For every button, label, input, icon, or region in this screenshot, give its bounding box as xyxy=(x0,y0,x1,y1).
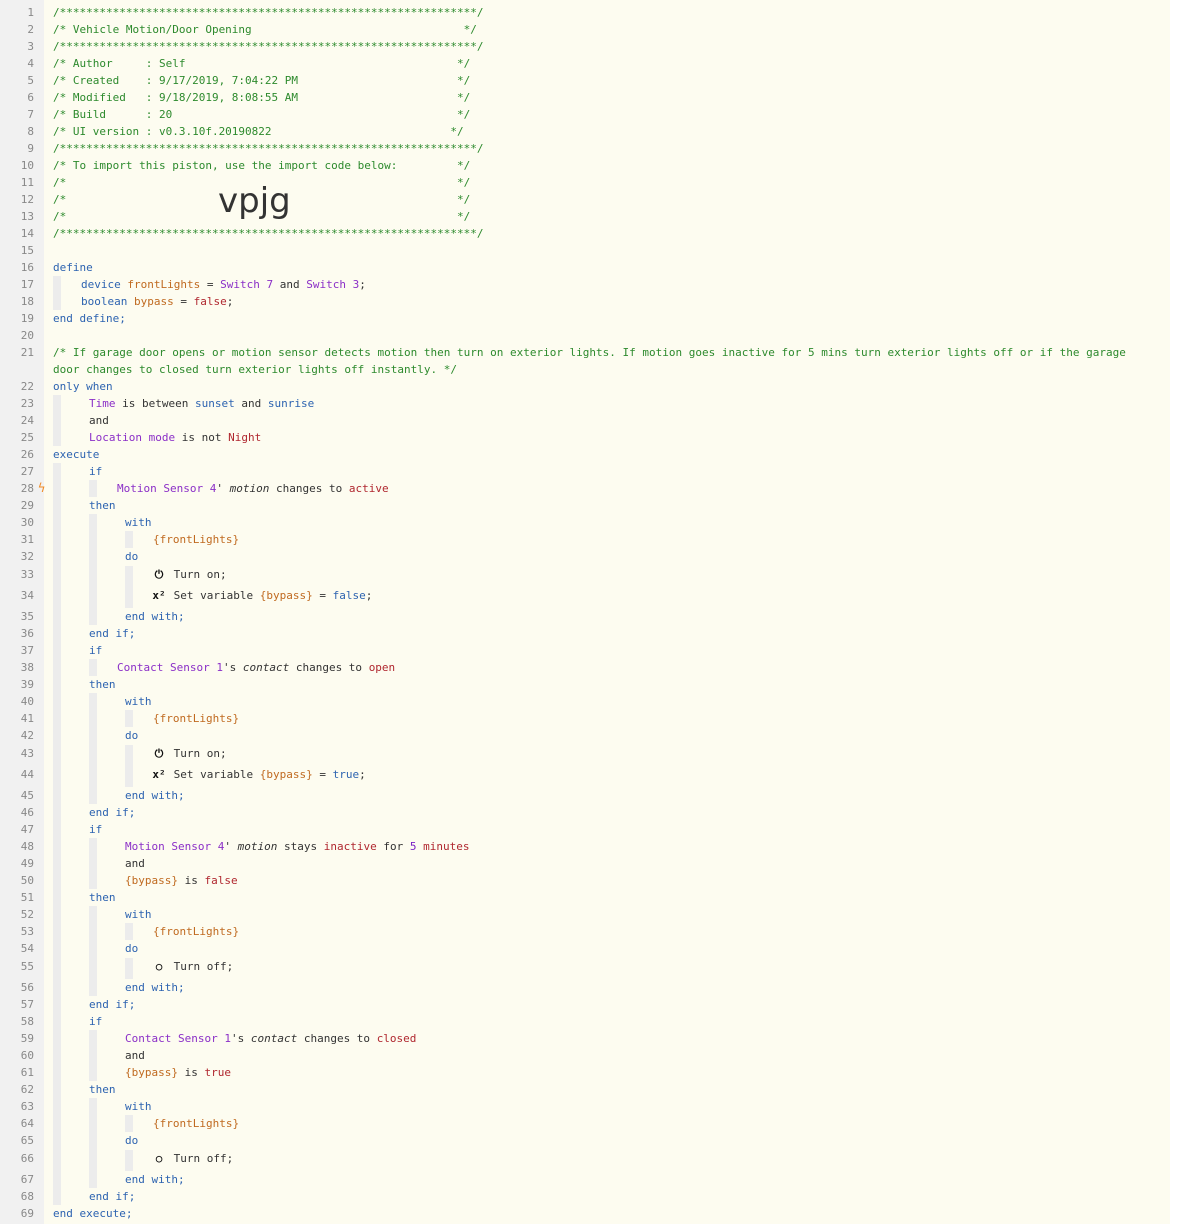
header-border: /***************************************… xyxy=(53,142,484,155)
indent-guide xyxy=(89,906,97,996)
header-author: /* Author : Self */ xyxy=(53,57,471,70)
if-keyword: if xyxy=(89,465,103,478)
power-off-icon: ○ xyxy=(155,960,163,973)
turn-off-action[interactable]: ○ Turn off; xyxy=(151,958,1154,975)
end-execute: end execute; xyxy=(53,1207,133,1220)
with-keyword: with xyxy=(125,695,152,708)
header-ui-version: /* UI version : v0.3.10f.20190822 */ xyxy=(53,125,464,138)
end-define: end define; xyxy=(53,312,126,325)
indent-guide xyxy=(125,1115,133,1132)
define-keyword: define xyxy=(53,261,93,274)
and-operator: and xyxy=(89,414,109,427)
with-keyword: with xyxy=(125,908,152,921)
indent-guide xyxy=(89,838,97,889)
turn-on-action[interactable]: ⏻ Turn on; xyxy=(151,566,1154,583)
header-modified: /* Modified : 9/18/2019, 8:08:55 AM */ xyxy=(53,91,471,104)
piston-description-comment: /* If garage door opens or motion sensor… xyxy=(53,346,1126,376)
piston-code-view: 1 2 3 4 5 6 7 8 9 10 11 12 13 14 15 16 1… xyxy=(0,0,1170,1224)
power-off-icon: ○ xyxy=(155,1152,163,1165)
turn-off-action[interactable]: ○ Turn off; xyxy=(151,1150,1154,1167)
indent-guide xyxy=(89,693,97,804)
then-keyword: then xyxy=(89,678,116,691)
bypass-true-condition[interactable]: {bypass} is true xyxy=(125,1064,1154,1081)
indent-guide xyxy=(53,276,61,310)
end-with: end with; xyxy=(125,1173,185,1186)
do-keyword: do xyxy=(125,1134,139,1147)
if-keyword: if xyxy=(89,823,103,836)
power-icon: ⏻ xyxy=(154,747,164,760)
header-border: /***************************************… xyxy=(53,40,484,53)
set-variable-action[interactable]: x² Set variable {bypass} = true; xyxy=(151,766,1154,783)
indent-guide xyxy=(53,463,61,1205)
and-operator: and xyxy=(125,1049,145,1062)
indent-guide xyxy=(125,566,133,608)
import-code[interactable]: vpjg xyxy=(218,181,291,221)
indent-guide xyxy=(89,480,97,497)
contact-open-condition[interactable]: Contact Sensor 1's contact changes to op… xyxy=(117,659,1154,676)
header-import-line: /* To import this piston, use the import… xyxy=(53,159,471,172)
trigger-bolt-icon: ϟ xyxy=(38,481,46,495)
indent-guide xyxy=(53,395,61,446)
variable-definition: boolean bypass = false; xyxy=(81,295,234,308)
end-with: end with; xyxy=(125,981,185,994)
bypass-false-condition[interactable]: {bypass} is false xyxy=(125,872,1154,889)
only-when-keyword: only when xyxy=(53,380,113,393)
end-if: end if; xyxy=(89,1190,136,1203)
then-keyword: then xyxy=(89,1083,116,1096)
time-condition[interactable]: Time is between sunset and sunrise xyxy=(89,395,1154,412)
execute-keyword: execute xyxy=(53,448,100,461)
motion-active-condition[interactable]: Motion Sensor 4' motion changes to activ… xyxy=(117,480,1154,497)
motion-inactive-condition[interactable]: Motion Sensor 4' motion stays inactive f… xyxy=(125,838,1154,855)
device-definition: device frontLights = Switch 7 and Switch… xyxy=(81,278,366,291)
header-border: /***************************************… xyxy=(53,227,484,240)
header-build: /* Build : 20 */ xyxy=(53,108,471,121)
variable-icon: x² xyxy=(152,589,166,602)
indent-guide xyxy=(89,514,97,625)
location-mode-condition[interactable]: Location mode is not Night xyxy=(89,429,1154,446)
front-lights-reference[interactable]: {frontLights} xyxy=(153,923,1154,940)
if-keyword: if xyxy=(89,644,103,657)
end-if: end if; xyxy=(89,998,136,1011)
front-lights-reference[interactable]: {frontLights} xyxy=(153,531,1154,548)
and-operator: and xyxy=(125,857,145,870)
indent-guide xyxy=(89,1098,97,1188)
with-keyword: with xyxy=(125,1100,152,1113)
indent-guide xyxy=(125,710,133,727)
set-variable-action[interactable]: x² Set variable {bypass} = false; xyxy=(151,587,1154,604)
with-keyword: with xyxy=(125,516,152,529)
front-lights-reference[interactable]: {frontLights} xyxy=(153,1115,1154,1132)
header-created: /* Created : 9/17/2019, 7:04:22 PM */ xyxy=(53,74,471,87)
end-with: end with; xyxy=(125,610,185,623)
indent-guide xyxy=(125,923,133,940)
header-border: /***************************************… xyxy=(53,6,484,19)
front-lights-reference[interactable]: {frontLights} xyxy=(153,710,1154,727)
contact-closed-condition[interactable]: Contact Sensor 1's contact changes to cl… xyxy=(125,1030,1154,1047)
indent-guide xyxy=(125,745,133,787)
variable-icon: x² xyxy=(152,768,166,781)
indent-guide xyxy=(89,1030,97,1081)
do-keyword: do xyxy=(125,550,139,563)
indent-guide xyxy=(125,958,133,979)
end-with: end with; xyxy=(125,789,185,802)
do-keyword: do xyxy=(125,729,139,742)
indent-guide xyxy=(125,531,133,548)
end-if: end if; xyxy=(89,806,136,819)
then-keyword: then xyxy=(89,499,116,512)
power-icon: ⏻ xyxy=(154,568,164,581)
indent-guide xyxy=(89,659,97,676)
indent-guide xyxy=(125,1150,133,1171)
if-keyword: if xyxy=(89,1015,103,1028)
then-keyword: then xyxy=(89,891,116,904)
end-if: end if; xyxy=(89,627,136,640)
header-title: /* Vehicle Motion/Door Opening */ xyxy=(53,23,477,36)
turn-on-action[interactable]: ⏻ Turn on; xyxy=(151,745,1154,762)
do-keyword: do xyxy=(125,942,139,955)
